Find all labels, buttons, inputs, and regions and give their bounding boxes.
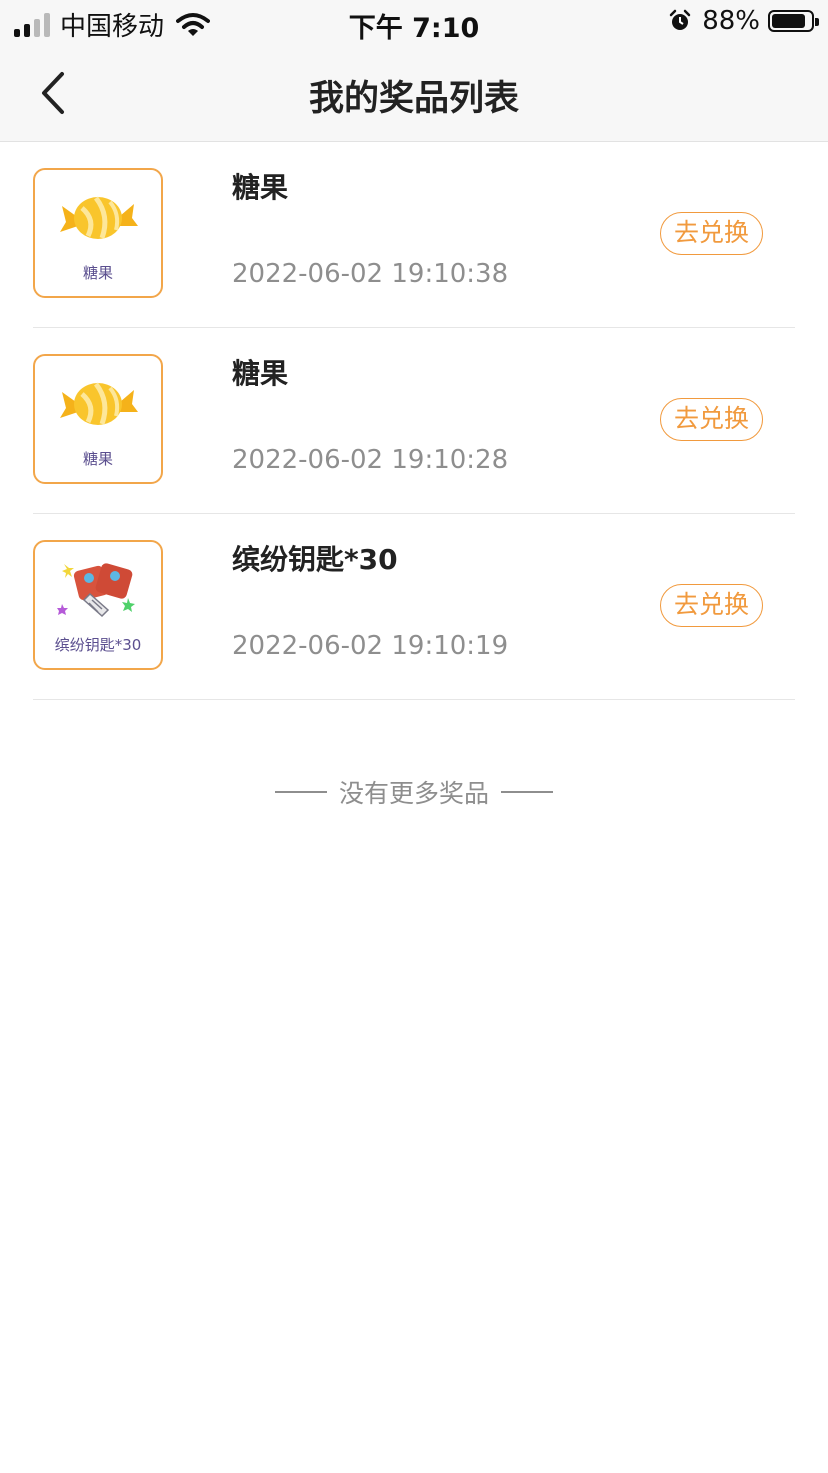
candy-icon: [60, 196, 138, 239]
prize-thumbnail: 糖果: [33, 168, 163, 298]
no-more-text: 没有更多奖品: [338, 779, 489, 808]
prize-item: 糖果 糖果 2022-06-02 19:10:38 去兑换: [33, 142, 795, 328]
prize-thumbnail: 糖果: [33, 354, 163, 484]
prize-item: 糖果 糖果 2022-06-02 19:10:28 去兑换: [33, 328, 795, 514]
prize-name: 糖果: [232, 357, 289, 390]
alarm-icon: [669, 9, 691, 30]
status-right: 88%: [668, 6, 819, 36]
redeem-button[interactable]: 去兑换: [660, 584, 763, 627]
page-title: 我的奖品列表: [308, 79, 519, 119]
navigation-bar: 我的奖品列表: [0, 46, 828, 141]
prize-item: 缤纷钥匙*30 缤纷钥匙*30 2022-06-02 19:10:19 去兑换: [33, 514, 795, 700]
prize-name: 糖果: [232, 171, 289, 204]
status-bar: 中国移动 下午 7:10 88%: [0, 0, 828, 46]
battery-fill: [772, 14, 806, 28]
prize-name: 缤纷钥匙*30: [232, 543, 398, 576]
prize-list: 糖果 糖果 2022-06-02 19:10:38 去兑换 糖果 糖果 2022…: [33, 142, 795, 700]
top-bar: 中国移动 下午 7:10 88% 我的奖品列表: [0, 0, 828, 142]
no-more-indicator: 没有更多奖品: [0, 774, 828, 810]
battery-percent: 88%: [702, 6, 760, 36]
prize-date: 2022-06-02 19:10:19: [232, 631, 509, 661]
divider-left: [274, 791, 327, 793]
redeem-button[interactable]: 去兑换: [660, 212, 763, 255]
redeem-button[interactable]: 去兑换: [660, 398, 763, 441]
prize-date: 2022-06-02 19:10:38: [232, 259, 509, 289]
prize-thumbnail: 缤纷钥匙*30: [33, 540, 163, 670]
thumbnail-caption: 糖果: [82, 450, 113, 468]
battery-icon: [768, 10, 819, 32]
key-icon: [57, 563, 135, 618]
thumbnail-caption: 缤纷钥匙*30: [54, 636, 142, 654]
prize-date: 2022-06-02 19:10:28: [232, 445, 509, 475]
thumbnail-caption: 糖果: [82, 264, 113, 282]
divider-right: [501, 791, 553, 793]
candy-icon: [60, 382, 138, 425]
